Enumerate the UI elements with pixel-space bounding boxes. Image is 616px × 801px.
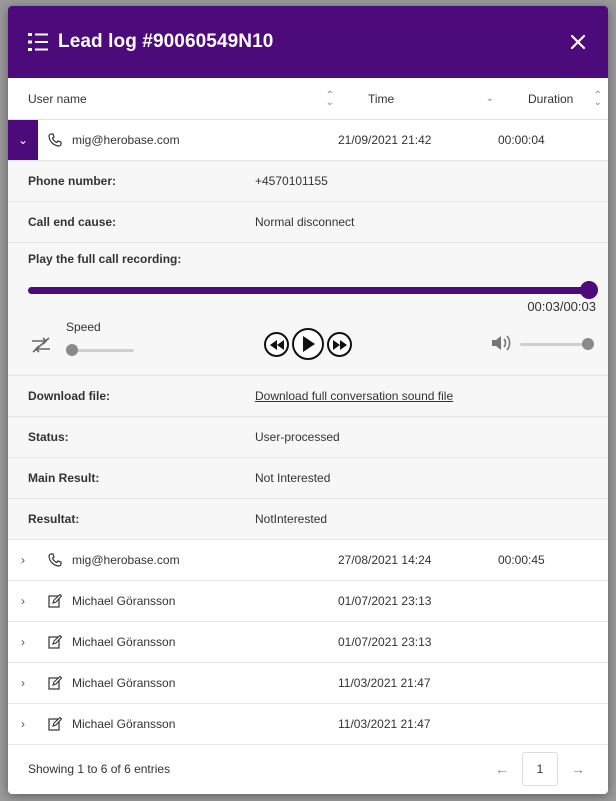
play-button[interactable] bbox=[292, 328, 324, 360]
table-row[interactable]: › Michael Göransson 11/03/2021 21:47 bbox=[8, 704, 608, 745]
fast-forward-icon bbox=[332, 339, 347, 350]
edit-icon bbox=[48, 717, 62, 731]
sort-icon[interactable]: ⌃ ⌄ bbox=[326, 90, 334, 107]
volume-slider-handle[interactable] bbox=[582, 338, 594, 350]
detail-resultat: Resultat: NotInterested bbox=[8, 499, 608, 540]
edit-icon bbox=[48, 635, 62, 649]
detail-value: User-processed bbox=[255, 430, 340, 444]
pagination: ← 1 → bbox=[488, 751, 592, 786]
modal-header: Lead log #90060549N10 bbox=[8, 6, 608, 78]
detail-label: Resultat: bbox=[28, 512, 80, 526]
detail-phone: Phone number: +4570101155 bbox=[8, 161, 608, 202]
table-row-expanded[interactable]: ⌄ mig@herobase.com 21/09/2021 21:42 00:0… bbox=[8, 120, 608, 161]
playback-progress-bar[interactable] bbox=[28, 287, 596, 294]
row-duration: 00:00:45 bbox=[498, 553, 545, 567]
row-time: 27/08/2021 14:24 bbox=[338, 553, 432, 567]
table-header: User name ⌃ ⌄ Time ⌄ Duration ⌃ ⌄ bbox=[8, 78, 608, 120]
row-user: mig@herobase.com bbox=[72, 553, 180, 567]
row-details: Phone number: +4570101155 Call end cause… bbox=[8, 161, 608, 540]
expand-chevron-icon[interactable]: › bbox=[8, 622, 38, 662]
detail-end-cause: Call end cause: Normal disconnect bbox=[8, 202, 608, 243]
expand-chevron-icon[interactable]: › bbox=[8, 704, 38, 744]
table-row[interactable]: › Michael Göransson 11/03/2021 21:47 bbox=[8, 663, 608, 704]
playback-progress-handle[interactable] bbox=[580, 281, 598, 299]
column-header-duration[interactable]: Duration ⌃ ⌄ bbox=[508, 78, 608, 119]
time-readout: 00:03/00:03 bbox=[527, 299, 596, 314]
column-label-duration: Duration bbox=[528, 91, 574, 106]
entries-summary: Showing 1 to 6 of 6 entries bbox=[28, 761, 171, 776]
row-user: Michael Göransson bbox=[72, 594, 176, 608]
column-label-user: User name bbox=[28, 91, 87, 106]
phone-icon bbox=[48, 553, 62, 567]
prev-page-arrow-icon[interactable]: ← bbox=[488, 761, 516, 777]
expand-chevron-icon[interactable]: › bbox=[8, 540, 38, 580]
audio-player: Play the full call recording: 00:03/00:0… bbox=[8, 243, 608, 376]
detail-value: Normal disconnect bbox=[255, 215, 355, 229]
fast-forward-button[interactable] bbox=[327, 332, 352, 357]
row-time: 21/09/2021 21:42 bbox=[338, 133, 432, 147]
table-row[interactable]: › Michael Göransson 01/07/2021 23:13 bbox=[8, 581, 608, 622]
detail-label: Main Result: bbox=[28, 471, 100, 485]
detail-main-result: Main Result: Not Interested bbox=[8, 458, 608, 499]
row-user: Michael Göransson bbox=[72, 676, 176, 690]
detail-label: Call end cause: bbox=[28, 215, 117, 229]
speed-label: Speed bbox=[66, 320, 101, 334]
phone-icon bbox=[48, 133, 62, 147]
page-number-button[interactable]: 1 bbox=[522, 751, 558, 786]
modal-title: Lead log #90060549N10 bbox=[58, 31, 274, 52]
row-duration: 00:00:04 bbox=[498, 133, 545, 147]
download-link[interactable]: Download full conversation sound file bbox=[255, 389, 453, 403]
collapse-chevron-icon[interactable]: ⌄ bbox=[8, 120, 38, 160]
edit-icon bbox=[48, 594, 62, 608]
column-header-time[interactable]: Time ⌄ bbox=[348, 78, 508, 119]
list-icon bbox=[28, 33, 48, 51]
lead-log-modal: Lead log #90060549N10 User name ⌃ ⌄ Time … bbox=[8, 6, 608, 794]
volume-icon[interactable] bbox=[490, 333, 512, 353]
row-time: 01/07/2021 23:13 bbox=[338, 635, 432, 649]
speed-slider-handle[interactable] bbox=[66, 344, 78, 356]
sort-desc-icon[interactable]: ⌄ bbox=[486, 94, 494, 104]
row-time: 11/03/2021 21:47 bbox=[338, 676, 431, 690]
column-label-time: Time bbox=[368, 91, 395, 106]
row-user: mig@herobase.com bbox=[72, 133, 180, 147]
play-icon bbox=[303, 336, 315, 352]
rewind-button[interactable] bbox=[264, 332, 289, 357]
row-time: 01/07/2021 23:13 bbox=[338, 594, 432, 608]
detail-value: NotInterested bbox=[255, 512, 328, 526]
detail-label: Phone number: bbox=[28, 174, 117, 188]
table-row[interactable]: › mig@herobase.com 27/08/2021 14:24 00:0… bbox=[8, 540, 608, 581]
rewind-icon bbox=[269, 339, 284, 350]
recording-label: Play the full call recording: bbox=[28, 252, 182, 266]
detail-status: Status: User-processed bbox=[8, 417, 608, 458]
volume-slider[interactable] bbox=[520, 343, 590, 346]
detail-label: Download file: bbox=[28, 389, 110, 403]
next-page-arrow-icon[interactable]: → bbox=[564, 761, 592, 777]
expand-chevron-icon[interactable]: › bbox=[8, 581, 38, 621]
row-user: Michael Göransson bbox=[72, 717, 176, 731]
detail-value: +4570101155 bbox=[255, 174, 328, 188]
row-user: Michael Göransson bbox=[72, 635, 176, 649]
detail-value: Not Interested bbox=[255, 471, 331, 485]
table-footer: Showing 1 to 6 of 6 entries ← 1 → bbox=[8, 745, 608, 792]
close-icon[interactable] bbox=[568, 32, 588, 52]
detail-download: Download file: Download full conversatio… bbox=[8, 376, 608, 417]
detail-label: Status: bbox=[28, 430, 69, 444]
table-row[interactable]: › Michael Göransson 01/07/2021 23:13 bbox=[8, 622, 608, 663]
edit-icon bbox=[48, 676, 62, 690]
column-header-user[interactable]: User name ⌃ ⌄ bbox=[8, 78, 348, 119]
sort-icon[interactable]: ⌃ ⌄ bbox=[594, 90, 602, 107]
row-time: 11/03/2021 21:47 bbox=[338, 717, 431, 731]
repeat-icon[interactable] bbox=[30, 335, 52, 355]
expand-chevron-icon[interactable]: › bbox=[8, 663, 38, 703]
